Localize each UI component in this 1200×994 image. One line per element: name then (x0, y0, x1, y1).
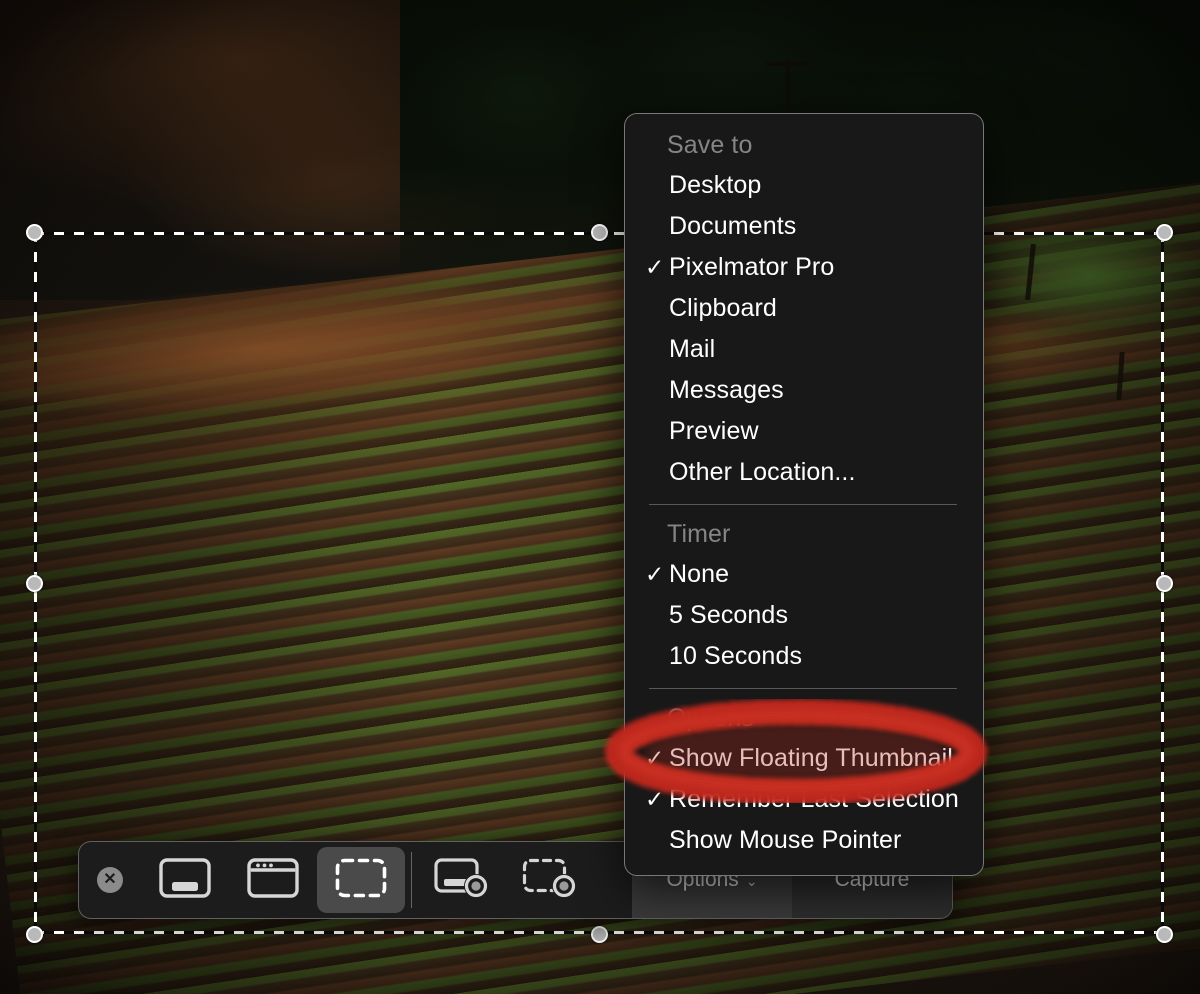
capture-selected-portion-button[interactable] (317, 847, 405, 913)
menu-item-other-location[interactable]: Other Location... (625, 452, 983, 493)
menu-item-desktop[interactable]: Desktop (625, 165, 983, 206)
menu-item-pixelmator-pro[interactable]: ✓ Pixelmator Pro (625, 247, 983, 288)
menu-item-label: Other Location... (669, 458, 856, 486)
selection-handle-bottom-center[interactable] (590, 925, 608, 943)
menu-item-label: Remember Last Selection (669, 785, 959, 813)
check-icon: ✓ (645, 254, 665, 280)
window-icon (247, 857, 299, 903)
check-icon: ✓ (645, 561, 665, 587)
check-icon: ✓ (645, 786, 665, 812)
menu-item-label: Show Mouse Pointer (669, 826, 902, 854)
selection-handle-middle-left[interactable] (25, 574, 43, 592)
menu-item-remember-last-selection[interactable]: ✓ Remember Last Selection (625, 779, 983, 820)
menu-section-header-timer: Timer (667, 520, 731, 548)
record-entire-screen-button[interactable] (418, 847, 506, 913)
menu-item-label: Preview (669, 417, 759, 445)
menu-item-timer-10-seconds[interactable]: 10 Seconds (625, 636, 983, 677)
menu-item-label: Desktop (669, 171, 762, 199)
menu-item-label: Messages (669, 376, 784, 404)
check-icon: ✓ (645, 745, 665, 771)
selection-handle-bottom-left[interactable] (25, 925, 43, 943)
menu-item-mail[interactable]: Mail (625, 329, 983, 370)
selection-handle-middle-right[interactable] (1155, 574, 1173, 592)
menu-item-label: Documents (669, 212, 797, 240)
selection-handle-top-center[interactable] (590, 223, 608, 241)
record-selected-portion-button[interactable] (506, 847, 594, 913)
options-dropdown-menu: Save to Desktop Documents ✓ Pixelmator P… (624, 113, 984, 876)
menu-item-label: None (669, 560, 730, 588)
capture-entire-screen-button[interactable] (141, 847, 229, 913)
selection-handle-top-left[interactable] (25, 223, 43, 241)
menu-divider (649, 688, 957, 689)
capture-selected-window-button[interactable] (229, 847, 317, 913)
menu-item-documents[interactable]: Documents (625, 206, 983, 247)
menu-divider (649, 504, 957, 505)
close-toolbar-button[interactable]: ✕ (79, 867, 141, 893)
menu-item-label: Clipboard (669, 294, 777, 322)
menu-item-label: Mail (669, 335, 716, 363)
entire-screen-icon (159, 857, 211, 903)
menu-item-messages[interactable]: Messages (625, 370, 983, 411)
menu-section-header-options: Options (667, 704, 754, 732)
selection-dashed-icon (335, 858, 387, 903)
close-icon: ✕ (97, 867, 123, 893)
record-screen-icon (434, 857, 490, 904)
toolbar-divider (411, 852, 412, 908)
menu-item-label: 5 Seconds (669, 601, 789, 629)
menu-item-label: Show Floating Thumbnail (669, 744, 953, 772)
menu-item-label: Pixelmator Pro (669, 253, 835, 281)
selection-rectangle[interactable] (25, 223, 1173, 943)
wallpaper-pole-crossarm (766, 62, 810, 66)
menu-item-label: 10 Seconds (669, 642, 803, 670)
menu-item-timer-5-seconds[interactable]: 5 Seconds (625, 595, 983, 636)
screen: ✕ Options ⌄ Capture Save to Desktop Docu… (0, 0, 1200, 994)
menu-item-show-mouse-pointer[interactable]: Show Mouse Pointer (625, 820, 983, 861)
menu-item-timer-none[interactable]: ✓ None (625, 554, 983, 595)
selection-handle-bottom-right[interactable] (1155, 925, 1173, 943)
menu-item-show-floating-thumbnail[interactable]: ✓ Show Floating Thumbnail (625, 738, 983, 779)
record-selection-icon (522, 857, 578, 904)
menu-section-header-save-to: Save to (667, 131, 753, 159)
menu-item-preview[interactable]: Preview (625, 411, 983, 452)
selection-handle-top-right[interactable] (1155, 223, 1173, 241)
menu-item-clipboard[interactable]: Clipboard (625, 288, 983, 329)
